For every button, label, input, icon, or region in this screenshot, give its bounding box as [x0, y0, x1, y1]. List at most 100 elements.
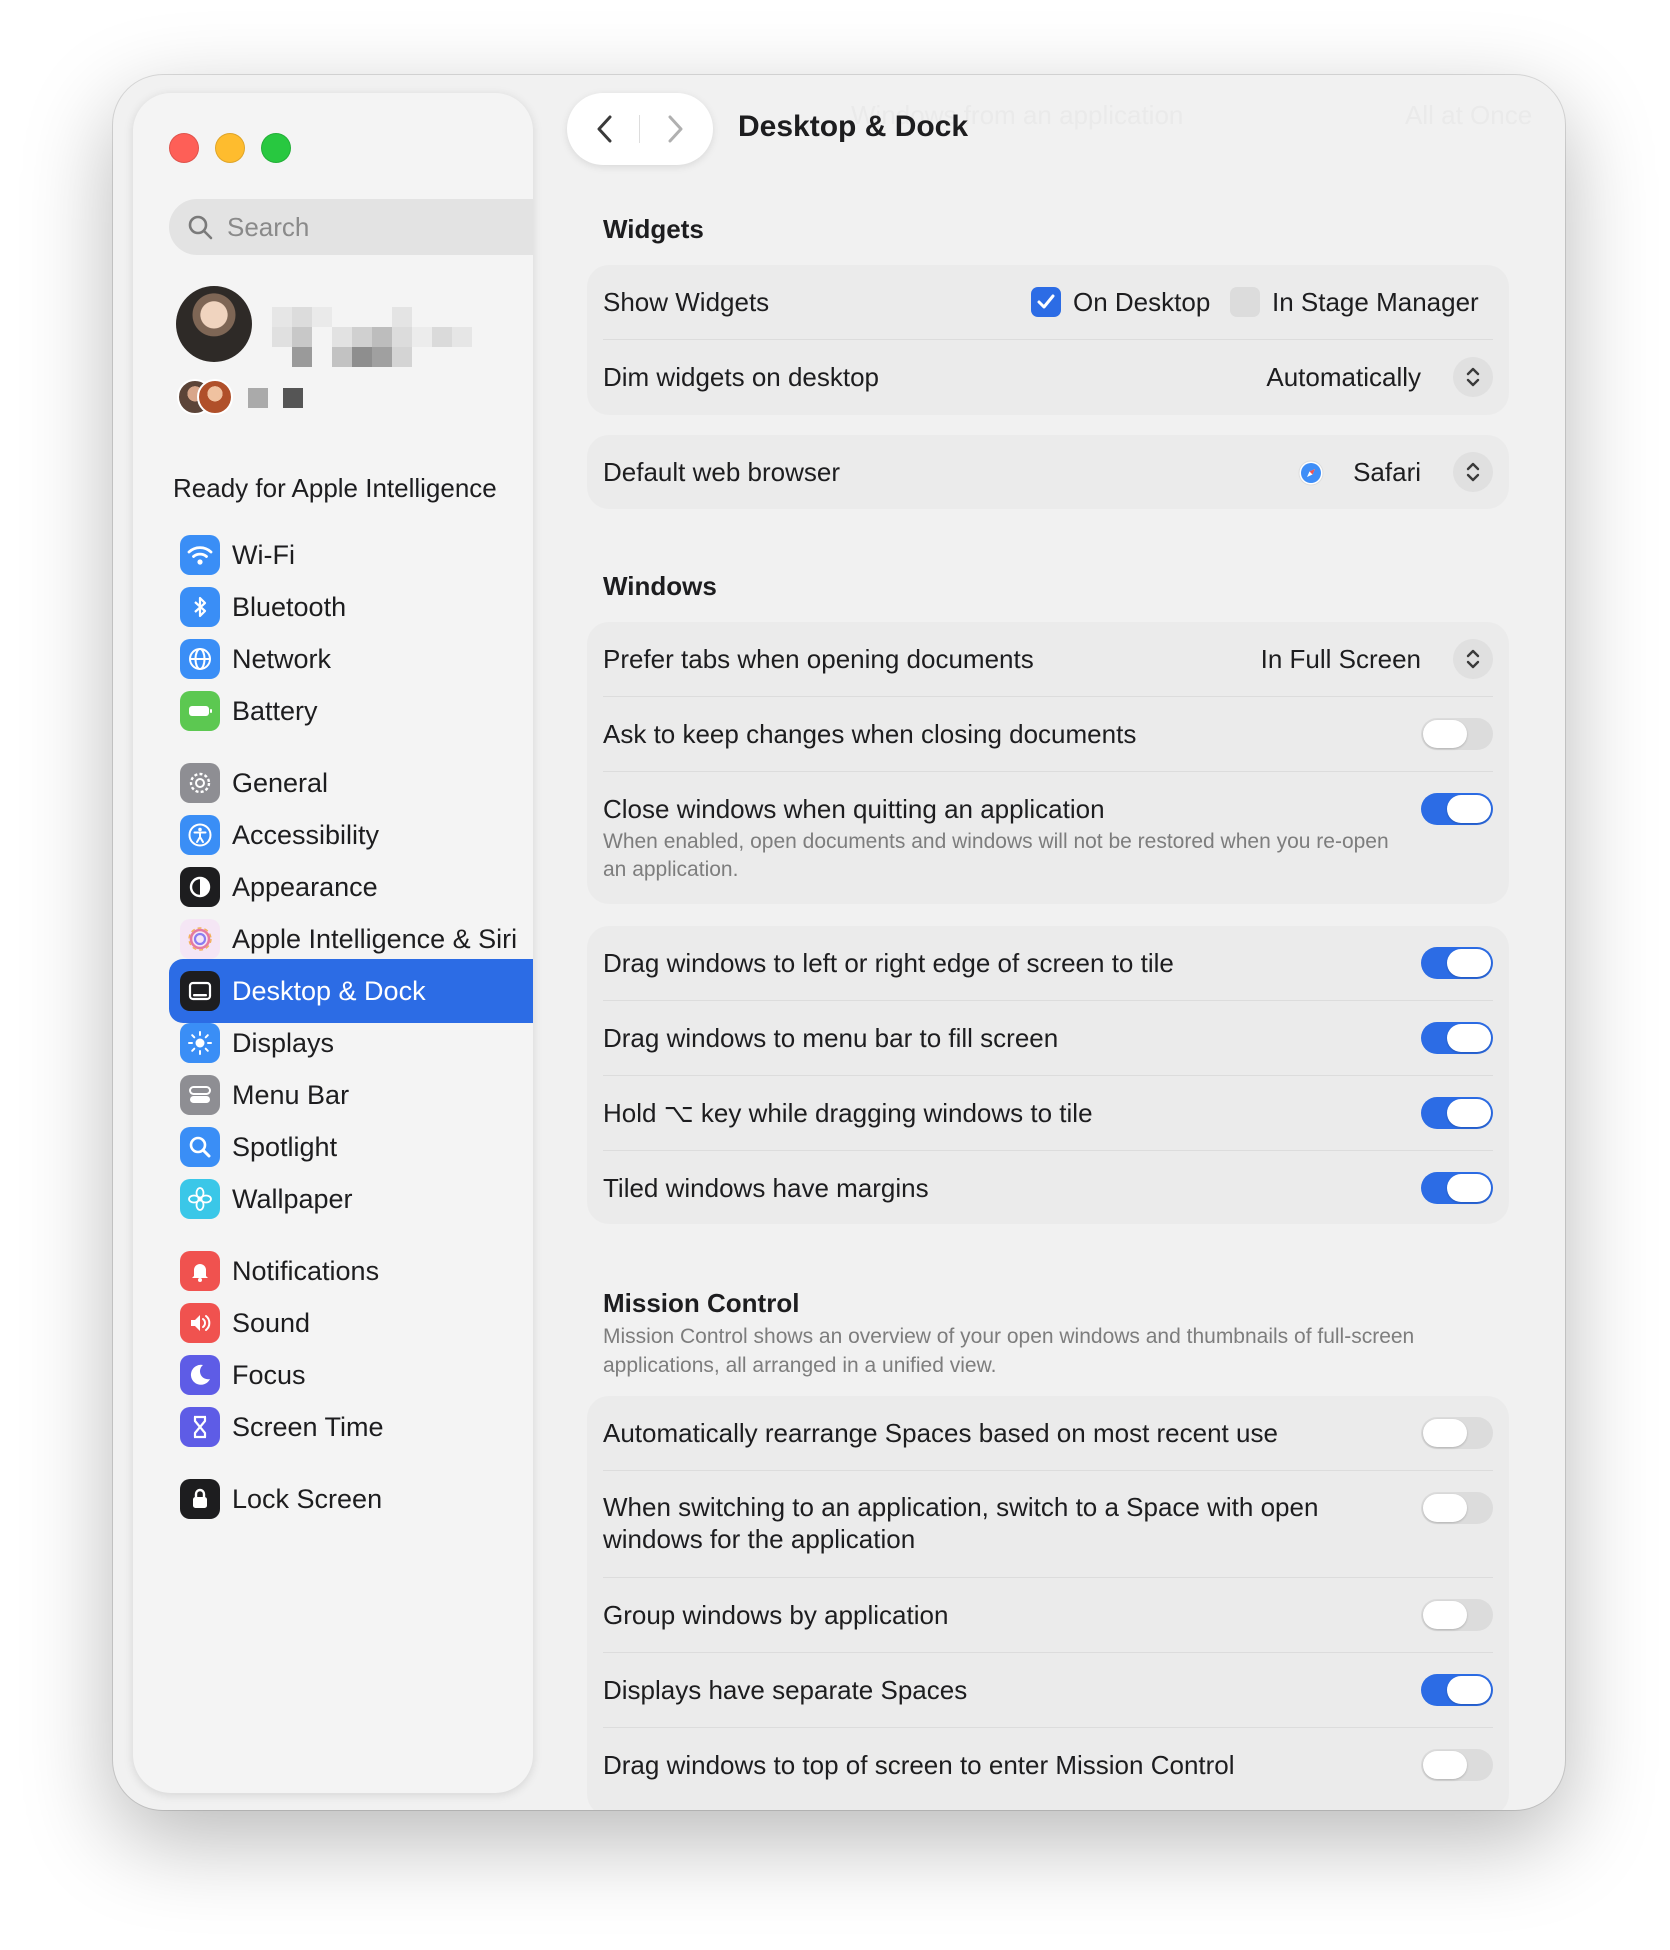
bluetooth-icon [180, 587, 220, 627]
close-window-button[interactable] [169, 133, 199, 163]
separate-spaces-label: Displays have separate Spaces [603, 1675, 968, 1705]
fill-screen-label: Drag windows to menu bar to fill screen [603, 1023, 1059, 1053]
toggle-knob [1423, 1494, 1467, 1522]
toggle-knob [1447, 1676, 1491, 1704]
mission-control-row: Automatically rearrange Spaces based on … [603, 1396, 1493, 1470]
fill-screen-toggle[interactable] [1421, 1022, 1493, 1054]
user-avatar[interactable] [176, 286, 252, 362]
windows-group: Prefer tabs when opening documents In Fu… [587, 622, 1509, 904]
family-avatar-2 [197, 379, 233, 415]
moon-icon [180, 1355, 220, 1395]
safari-icon [1298, 460, 1324, 486]
minimize-window-button[interactable] [215, 133, 245, 163]
dock-icon [180, 971, 220, 1011]
navigation-buttons [567, 93, 713, 165]
default-browser-value[interactable]: Safari [1353, 457, 1421, 488]
widgets-group: Show Widgets On Desktop In Stage Manager… [587, 265, 1509, 415]
tiled-margins-toggle[interactable] [1421, 1172, 1493, 1204]
tiling-row: Drag windows to menu bar to fill screen [603, 1001, 1493, 1075]
sidebar-item-label: Wallpaper [232, 1183, 353, 1214]
appearance-icon [180, 867, 220, 907]
dim-widgets-value[interactable]: Automatically [1266, 362, 1421, 393]
sidebar-item-label: Desktop & Dock [232, 975, 426, 1006]
dim-widgets-stepper[interactable] [1453, 357, 1493, 397]
switch-space-toggle[interactable] [1421, 1492, 1493, 1524]
lock-icon [180, 1479, 220, 1519]
toggle-knob [1423, 720, 1467, 748]
sidebar-item-label: Accessibility [232, 819, 380, 850]
up-down-chevron-icon [1466, 462, 1480, 482]
redacted-family-name-2 [283, 388, 303, 408]
sidebar-item-label: Displays [232, 1027, 335, 1058]
section-heading-windows: Windows [603, 571, 717, 601]
sidebar-item-wallpaper[interactable]: Wallpaper [169, 1167, 533, 1231]
mission-control-description: Mission Control shows an overview of you… [603, 1325, 1415, 1377]
section-heading-widgets: Widgets [603, 214, 704, 244]
accessibility-icon [180, 815, 220, 855]
option-key-tile-toggle[interactable] [1421, 1097, 1493, 1129]
sidebar-item-label: Lock Screen [232, 1483, 383, 1514]
chevron-left-icon [597, 115, 612, 143]
sidebar-item-label: Focus [232, 1359, 306, 1390]
ask-keep-changes-toggle[interactable] [1421, 718, 1493, 750]
toggle-knob [1423, 1751, 1467, 1779]
rearrange-spaces-toggle[interactable] [1421, 1417, 1493, 1449]
dim-widgets-row: Dim widgets on desktop Automatically [603, 340, 1493, 414]
stage-manager-label: In Stage Manager [1272, 287, 1479, 317]
sidebar-item-label: Menu Bar [232, 1079, 350, 1110]
sidebar-item-screen-time[interactable]: Screen Time [169, 1395, 533, 1459]
mission-control-row: Drag windows to top of screen to enter M… [603, 1728, 1493, 1802]
close-windows-toggle[interactable] [1421, 793, 1493, 825]
ask-keep-changes-row: Ask to keep changes when closing documen… [603, 697, 1493, 771]
sidebar: Ready for Apple Intelligence Wi-Fi Bluet… [133, 93, 533, 1793]
mission-control-row: Group windows by application [603, 1578, 1493, 1652]
sidebar-item-battery[interactable]: Battery [169, 679, 533, 743]
sidebar-item-label: Spotlight [232, 1131, 338, 1162]
forward-button[interactable] [655, 109, 695, 149]
prefer-tabs-stepper[interactable] [1453, 639, 1493, 679]
default-browser-row: Default web browser Safari [603, 435, 1493, 509]
sidebar-item-lock-screen[interactable]: Lock Screen [169, 1467, 533, 1531]
on-desktop-label: On Desktop [1073, 287, 1211, 317]
mission-control-group: Automatically rearrange Spaces based on … [587, 1396, 1509, 1810]
toggle-knob [1423, 1419, 1467, 1447]
section-heading-mission-control: Mission Control [603, 1288, 800, 1318]
magnifier-icon [180, 1127, 220, 1167]
prefer-tabs-value[interactable]: In Full Screen [1261, 644, 1421, 675]
bell-icon [180, 1251, 220, 1291]
search-icon [188, 215, 213, 240]
tiling-edge-toggle[interactable] [1421, 947, 1493, 979]
drag-top-mission-control-toggle[interactable] [1421, 1749, 1493, 1781]
hourglass-icon [180, 1407, 220, 1447]
gear-icon [180, 763, 220, 803]
redacted-family-name [248, 388, 268, 408]
mission-control-row: Displays have separate Spaces [603, 1653, 1493, 1727]
group-windows-label: Group windows by application [603, 1600, 949, 1630]
stage-manager-checkbox[interactable] [1230, 287, 1260, 317]
on-desktop-checkbox[interactable] [1031, 287, 1061, 317]
search-field[interactable] [169, 199, 533, 255]
toggle-knob [1447, 949, 1491, 977]
dim-widgets-label: Dim widgets on desktop [603, 362, 880, 392]
ask-keep-changes-label: Ask to keep changes when closing documen… [603, 719, 1137, 749]
separate-spaces-toggle[interactable] [1421, 1674, 1493, 1706]
default-browser-stepper[interactable] [1453, 452, 1493, 492]
apple-intelligence-status[interactable]: Ready for Apple Intelligence [173, 473, 497, 504]
checkmark-icon [1037, 294, 1055, 309]
show-widgets-label: Show Widgets [603, 287, 770, 317]
back-button[interactable] [585, 109, 625, 149]
nav-divider [639, 115, 640, 143]
sidebar-item-label: Notifications [232, 1255, 380, 1286]
page-title: Desktop & Dock [738, 110, 969, 143]
content-pane: Windows from an application All at Once … [551, 75, 1565, 1810]
close-windows-label: Close windows when quitting an applicati… [603, 794, 1105, 824]
default-browser-label: Default web browser [603, 457, 840, 487]
close-windows-description: When enabled, open documents and windows… [603, 830, 1389, 881]
up-down-chevron-icon [1466, 649, 1480, 669]
sun-icon [180, 1023, 220, 1063]
zoom-window-button[interactable] [261, 133, 291, 163]
flower-icon [180, 1179, 220, 1219]
sidebar-item-label: Wi-Fi [232, 539, 295, 570]
search-input[interactable] [225, 199, 533, 255]
group-windows-toggle[interactable] [1421, 1599, 1493, 1631]
